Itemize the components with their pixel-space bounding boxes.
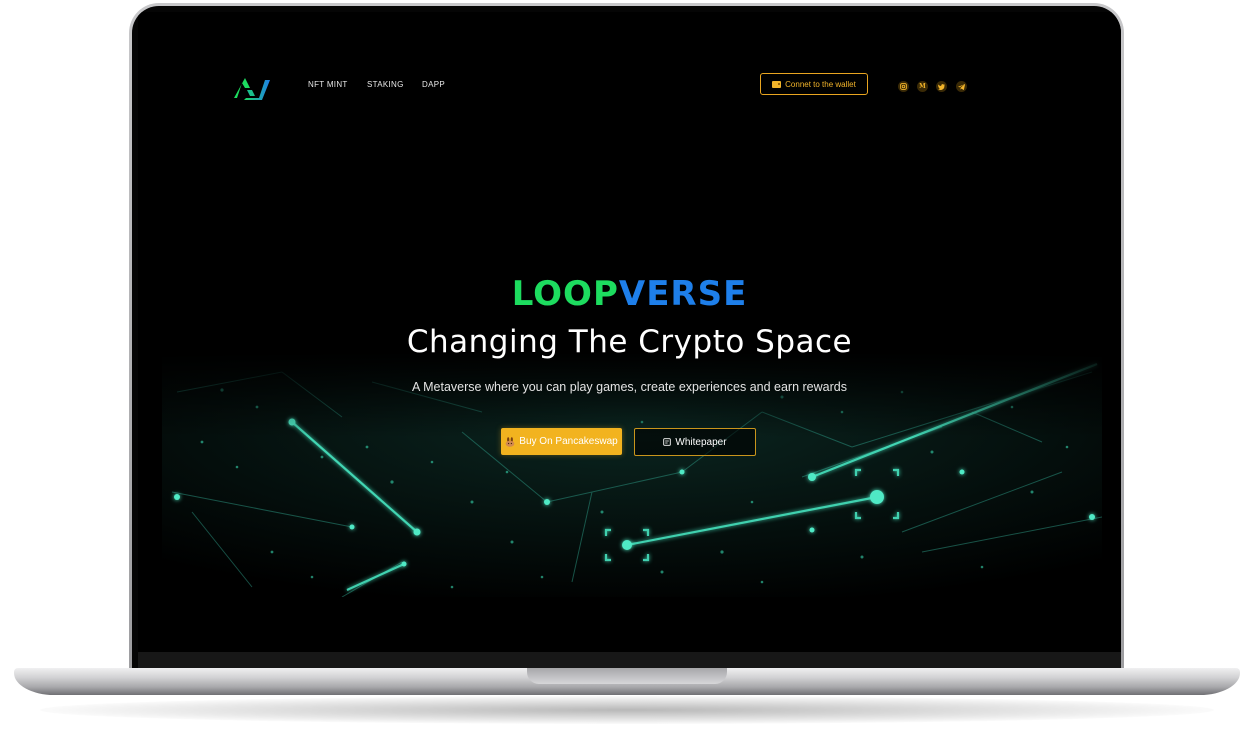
hero-headline: Changing The Crypto Space bbox=[406, 324, 853, 360]
connect-wallet-button[interactable]: Connet to the wallet bbox=[760, 73, 868, 95]
laptop-shadow bbox=[40, 696, 1214, 724]
loopverse-logo[interactable] bbox=[232, 74, 272, 102]
brand-title: LOOPVERSE bbox=[138, 274, 1121, 314]
laptop-base-notch bbox=[527, 668, 727, 684]
buy-on-pancakeswap-button[interactable]: Buy On Pancakeswap bbox=[501, 428, 622, 455]
connect-wallet-label: Connet to the wallet bbox=[785, 79, 856, 89]
document-icon bbox=[663, 438, 672, 446]
brand-title-part1: LOOP bbox=[511, 274, 619, 314]
hero-subline: A Metaverse where you can play games, cr… bbox=[412, 380, 847, 394]
wallet-icon bbox=[772, 80, 782, 88]
laptop-screen: NFT MINT STAKING DAPP Connet to the wall… bbox=[138, 12, 1121, 672]
medium-icon[interactable]: M bbox=[917, 81, 928, 92]
nav-link-nft-mint[interactable]: NFT MINT bbox=[308, 80, 348, 89]
whitepaper-button[interactable]: Whitepaper bbox=[634, 428, 756, 456]
brand-title-part2: VERSE bbox=[618, 274, 748, 314]
laptop-mockup: NFT MINT STAKING DAPP Connet to the wall… bbox=[0, 0, 1254, 739]
telegram-icon[interactable] bbox=[956, 81, 967, 92]
nav-link-dapp[interactable]: DAPP bbox=[422, 80, 445, 89]
instagram-icon[interactable] bbox=[898, 81, 909, 92]
whitepaper-label: Whitepaper bbox=[675, 436, 727, 448]
laptop-bezel: NFT MINT STAKING DAPP Connet to the wall… bbox=[132, 6, 1121, 672]
pancakeswap-bunny-icon bbox=[505, 436, 515, 447]
nav-link-staking[interactable]: STAKING bbox=[367, 80, 404, 89]
medium-letter: M bbox=[919, 82, 926, 90]
twitter-icon[interactable] bbox=[936, 81, 947, 92]
laptop-lid: NFT MINT STAKING DAPP Connet to the wall… bbox=[129, 3, 1124, 675]
buy-on-pancakeswap-label: Buy On Pancakeswap bbox=[519, 436, 618, 447]
